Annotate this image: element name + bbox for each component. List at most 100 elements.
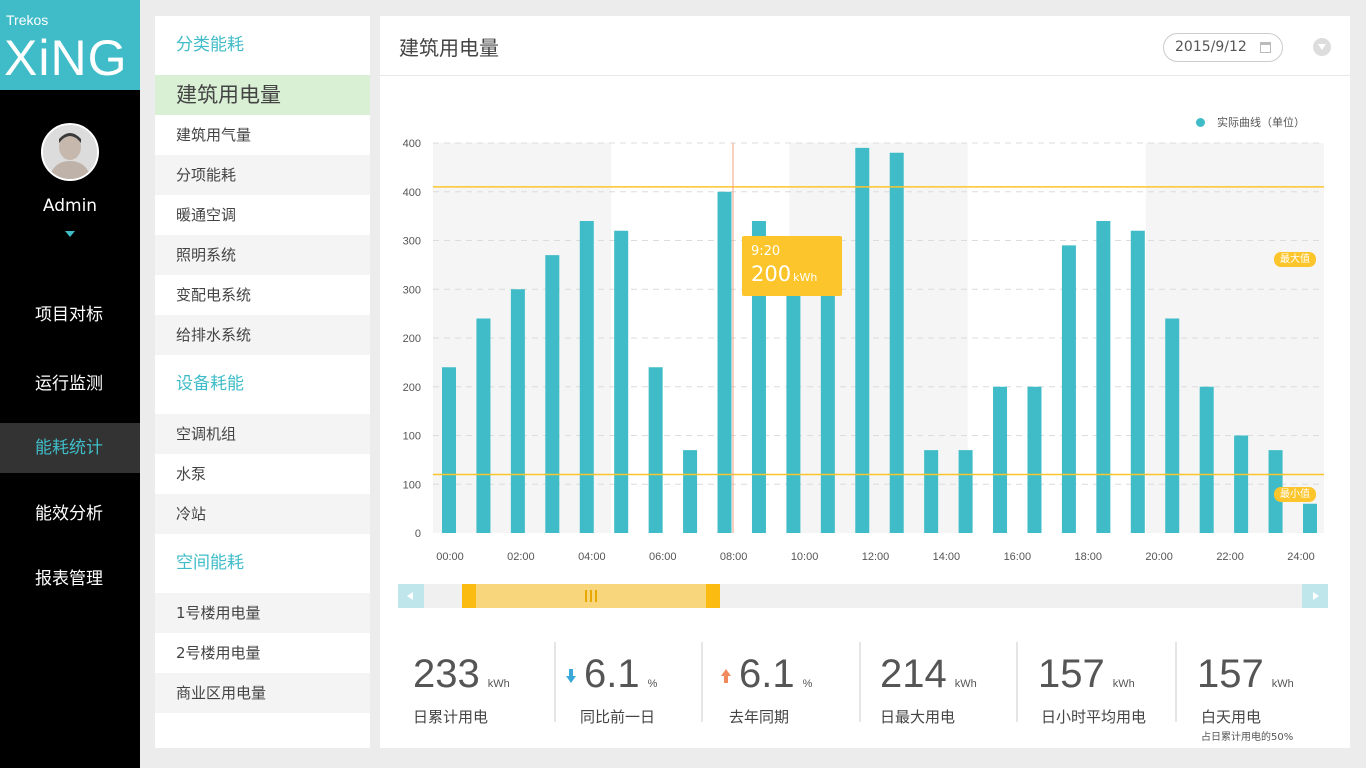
stat-unit: kWh xyxy=(487,678,510,690)
y-tick-label: 200 xyxy=(403,333,421,345)
category-heading-space: 空间能耗 xyxy=(176,553,244,573)
stat-number: 157 xyxy=(1197,652,1264,696)
brand-logo: Trekos XiNG xyxy=(0,0,140,90)
user-menu-chevron-down-icon[interactable] xyxy=(65,231,75,237)
x-tick-label: 00:00 xyxy=(436,551,464,563)
stat-label: 日最大用电 xyxy=(880,708,956,726)
stat-label: 白天用电 xyxy=(1201,708,1262,726)
main-panel: 建筑用电量 2015/9/12 0 100 100 200 200 300 300 400 40… xyxy=(380,16,1350,748)
energy-bar-chart: 0 100 100 200 200 300 300 400 400 00:00 02:00 04:00… xyxy=(403,138,1324,563)
category-item-ahu[interactable]: 空调机组 xyxy=(155,414,370,454)
avatar[interactable] xyxy=(41,123,99,181)
chart-bar xyxy=(614,230,629,533)
chart-bar xyxy=(648,367,663,533)
nav-item-efficiency-analysis[interactable]: 能效分析 xyxy=(0,489,140,539)
chart-bar xyxy=(958,450,973,533)
category-item-building-2[interactable]: 2号楼用电量 xyxy=(155,633,370,673)
y-tick-label: 100 xyxy=(403,479,421,491)
category-item-chiller-plant[interactable]: 冷站 xyxy=(155,494,370,534)
scroll-left-arrow-icon[interactable] xyxy=(398,584,424,608)
max-value-badge: 最大值 xyxy=(1274,252,1316,267)
chart-bar xyxy=(924,450,939,533)
y-tick-label: 100 xyxy=(403,431,421,443)
stat-number: 214 xyxy=(880,652,947,696)
stat-value: 6.1% xyxy=(721,652,812,697)
chart-bar xyxy=(1027,386,1042,533)
scroll-handle-right[interactable] xyxy=(706,584,720,608)
category-item-building-gas[interactable]: 建筑用气量 xyxy=(155,115,370,155)
chart-bar xyxy=(476,318,491,533)
scroll-handle-left[interactable] xyxy=(462,584,476,608)
category-item-sub-item-energy[interactable]: 分项能耗 xyxy=(155,155,370,195)
chart-bar xyxy=(889,152,904,533)
y-tick-label: 400 xyxy=(403,138,421,150)
stat-number: 6.1 xyxy=(739,652,795,696)
stat-unit: kWh xyxy=(1112,678,1135,690)
category-panel: 分类能耗 建筑用电量 建筑用气量 分项能耗 暖通空调 照明系统 变配电系统 给排… xyxy=(155,16,370,748)
chart-scrollbar[interactable] xyxy=(398,584,1328,608)
chart-bar xyxy=(579,221,594,533)
x-tick-label: 04:00 xyxy=(578,551,606,563)
legend-label: 实际曲线（单位） xyxy=(1217,116,1305,129)
stat-label: 去年同期 xyxy=(729,708,790,726)
chart-bar xyxy=(717,191,732,533)
chart-bar xyxy=(820,289,835,533)
tooltip-time: 9:20 xyxy=(751,244,781,259)
x-tick-label: 02:00 xyxy=(507,551,535,563)
arrow-down-icon xyxy=(566,669,576,683)
x-tick-label: 22:00 xyxy=(1216,551,1244,563)
y-tick-label: 400 xyxy=(403,187,421,199)
stat-value: 233 kWh xyxy=(413,652,510,697)
category-item-building-1[interactable]: 1号楼用电量 xyxy=(155,593,370,633)
user-name: Admin xyxy=(42,196,98,216)
x-tick-label: 14:00 xyxy=(933,551,961,563)
brand-big-text: XiNG xyxy=(4,30,128,86)
nav-item-report-management[interactable]: 报表管理 xyxy=(0,554,140,604)
x-tick-label: 18:00 xyxy=(1074,551,1102,563)
scroll-range-thumb[interactable] xyxy=(462,584,720,608)
chart-bar xyxy=(1061,245,1076,533)
chart-bar xyxy=(1130,230,1145,533)
x-tick-label: 10:00 xyxy=(791,551,819,563)
chart-bar xyxy=(1096,221,1111,533)
x-tick-label: 12:00 xyxy=(862,551,890,563)
stat-label: 日小时平均用电 xyxy=(1041,708,1147,726)
stat-divider xyxy=(859,642,861,722)
main-nav: Trekos XiNG Admin 项目对标 运行监测 能耗统计 能效分析 报表… xyxy=(0,0,140,768)
chart-bar xyxy=(786,289,801,533)
chart-bar xyxy=(442,367,456,533)
chart-bar xyxy=(1303,503,1317,533)
chart-bar xyxy=(510,289,525,533)
brand-small-text: Trekos xyxy=(6,12,49,28)
scroll-right-arrow-icon[interactable] xyxy=(1302,584,1328,608)
stat-divider xyxy=(1175,642,1177,722)
tooltip-value-row: 200 kWh xyxy=(751,262,833,286)
category-item-water-supply[interactable]: 给排水系统 xyxy=(155,315,370,355)
x-tick-label: 20:00 xyxy=(1145,551,1173,563)
chart-bar xyxy=(1234,435,1249,533)
x-tick-label: 16:00 xyxy=(1004,551,1032,563)
chart-bar xyxy=(545,255,560,533)
category-heading-equipment: 设备耗能 xyxy=(176,374,244,394)
category-item-building-electricity[interactable]: 建筑用电量 xyxy=(155,75,370,115)
nav-item-project-benchmark[interactable]: 项目对标 xyxy=(0,290,140,340)
category-item-pump[interactable]: 水泵 xyxy=(155,454,370,494)
chart-bar xyxy=(993,386,1008,533)
category-item-power-distribution[interactable]: 变配电系统 xyxy=(155,275,370,315)
nav-item-operation-monitoring[interactable]: 运行监测 xyxy=(0,359,140,409)
chart-bar xyxy=(1199,386,1214,533)
category-item-commercial-area[interactable]: 商业区用电量 xyxy=(155,673,370,713)
tooltip-unit: kWh xyxy=(793,271,818,284)
chart-tooltip: 9:20 200 kWh xyxy=(742,236,842,296)
stat-divider xyxy=(1016,642,1018,722)
x-tick-label: 06:00 xyxy=(649,551,677,563)
category-item-lighting[interactable]: 照明系统 xyxy=(155,235,370,275)
chart-bar xyxy=(1165,318,1180,533)
category-item-hvac[interactable]: 暖通空调 xyxy=(155,195,370,235)
y-tick-label: 300 xyxy=(403,284,421,296)
stat-label: 日累计用电 xyxy=(413,708,489,726)
y-tick-label: 200 xyxy=(403,382,421,394)
stat-number: 157 xyxy=(1038,652,1105,696)
stat-divider xyxy=(554,642,556,722)
nav-item-energy-statistics[interactable]: 能耗统计 xyxy=(0,423,140,473)
